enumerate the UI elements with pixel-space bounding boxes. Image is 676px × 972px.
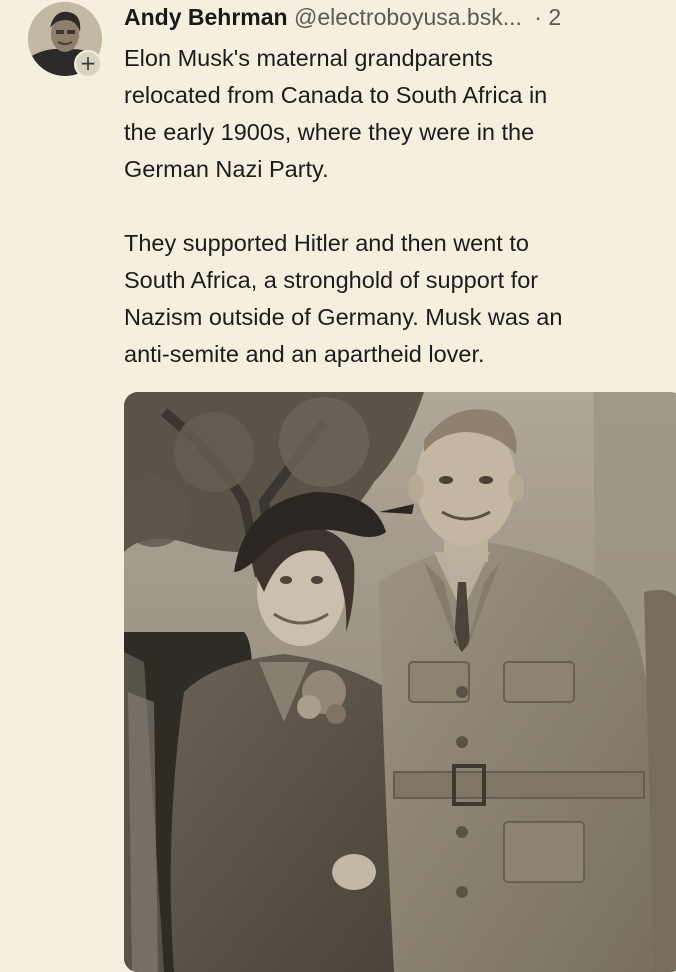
post-photo[interactable] xyxy=(124,392,676,972)
body-line: anti-semite and an apartheid lover. xyxy=(124,341,485,367)
author-handle[interactable]: @electroboyusa.bsk... xyxy=(294,4,522,30)
author-name[interactable]: Andy Behrman xyxy=(124,4,288,30)
post-header: Andy Behrman @electroboyusa.bsk... · 2 xyxy=(124,2,676,32)
post-body: Elon Musk's maternal grandparents reloca… xyxy=(124,40,676,373)
avatar-container[interactable]: + xyxy=(24,2,104,78)
body-line: relocated from Canada to South Africa in xyxy=(124,82,548,108)
body-line: the early 1900s, where they were in the xyxy=(124,119,535,145)
photo-image xyxy=(124,392,676,972)
body-line: Nazism outside of Germany. Musk was an xyxy=(124,304,563,330)
post-card: + Andy Behrman @electroboyusa.bsk... · 2… xyxy=(0,0,676,972)
header-separator: · xyxy=(534,4,542,30)
body-line: They supported Hitler and then went to xyxy=(124,230,529,256)
body-line: Elon Musk's maternal grandparents xyxy=(124,45,493,71)
plus-icon[interactable]: + xyxy=(74,50,102,78)
body-line: German Nazi Party. xyxy=(124,156,329,182)
post-timestamp[interactable]: 2 xyxy=(548,4,561,30)
body-line: South Africa, a stronghold of support fo… xyxy=(124,267,539,293)
